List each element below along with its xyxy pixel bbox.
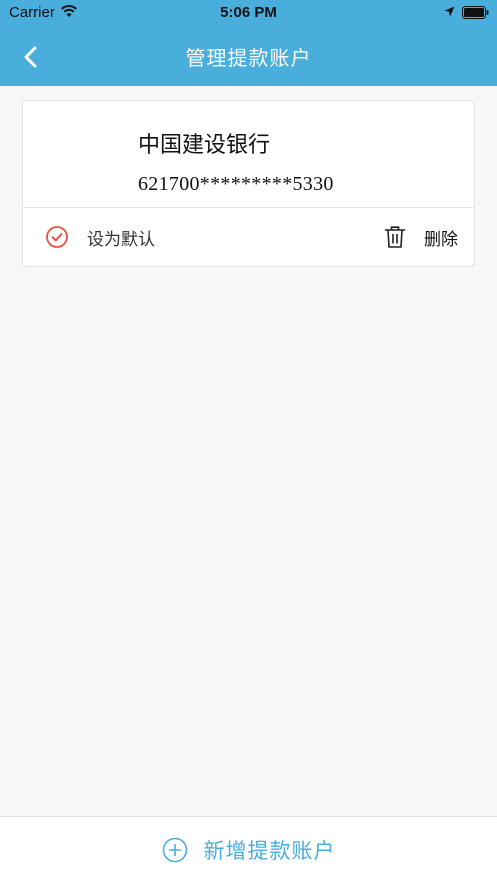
card-divider (23, 207, 474, 208)
status-bar: Carrier 5:06 PM (0, 0, 497, 26)
top-bar: Carrier 5:06 PM 管理提款账户 (0, 0, 497, 86)
set-default-button[interactable]: 设为默认 (45, 223, 155, 251)
add-account-label: 新增提款账户 (203, 839, 336, 863)
add-account-button[interactable]: 新增提款账户 (0, 816, 497, 883)
check-circle-icon (46, 226, 68, 248)
status-time: 5:06 PM (220, 4, 277, 21)
set-default-label: 设为默认 (87, 229, 155, 250)
account-card: 中国建设银行 621700*********5330 设为默认 删除 (22, 100, 475, 267)
bank-name: 中国建设银行 (138, 133, 271, 158)
page-title: 管理提款账户 (185, 46, 312, 70)
location-icon (444, 6, 455, 17)
delete-label: 删除 (424, 229, 458, 250)
card-number: 621700*********5330 (138, 173, 334, 195)
trash-icon (384, 226, 406, 248)
plus-circle-icon (162, 837, 187, 863)
battery-icon (462, 6, 489, 19)
nav-bar: 管理提款账户 (0, 26, 497, 86)
delete-button[interactable]: 删除 (384, 223, 458, 251)
